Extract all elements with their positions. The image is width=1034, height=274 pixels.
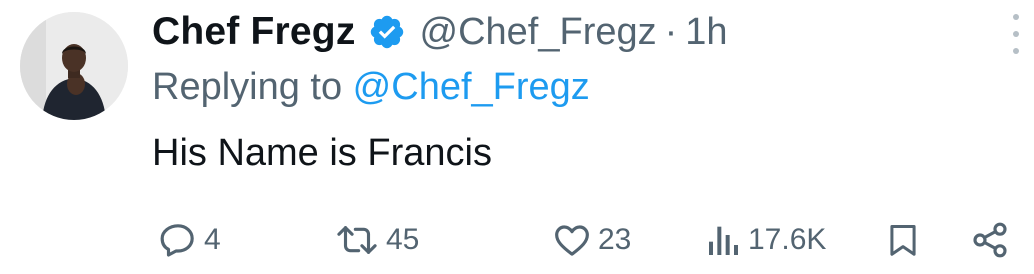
reply-count: 4 xyxy=(204,223,221,256)
action-bar: 4 45 23 17.6K xyxy=(0,212,1034,268)
more-options-icon[interactable] xyxy=(1010,14,1022,54)
views-chart-icon xyxy=(706,220,742,260)
repost-count: 45 xyxy=(386,223,420,256)
share-button[interactable] xyxy=(968,212,1012,268)
tweet-header: Chef Fregz @Chef_Fregz · 1h xyxy=(152,4,728,60)
replying-to-label: Replying to xyxy=(152,66,353,108)
more-dot xyxy=(1013,14,1019,20)
avatar-image xyxy=(20,12,128,120)
author-name[interactable]: Chef Fregz xyxy=(152,10,356,54)
replying-to: Replying to @Chef_Fregz xyxy=(152,66,590,109)
verified-badge-icon xyxy=(368,13,406,51)
reply-button[interactable]: 4 xyxy=(158,212,221,268)
more-dot xyxy=(1013,48,1019,54)
replying-to-mention[interactable]: @Chef_Fregz xyxy=(353,66,590,108)
tweet-text: His Name is Francis xyxy=(152,132,492,174)
share-icon xyxy=(968,220,1012,260)
repost-icon xyxy=(334,220,380,260)
views-button[interactable]: 17.6K xyxy=(706,212,826,268)
tweet: Chef Fregz @Chef_Fregz · 1h Replying to … xyxy=(0,0,1034,274)
like-button[interactable]: 23 xyxy=(552,212,631,268)
views-count: 17.6K xyxy=(748,223,827,256)
reply-icon xyxy=(158,220,198,260)
avatar[interactable] xyxy=(20,12,128,120)
heart-icon xyxy=(552,220,592,260)
more-dot xyxy=(1013,31,1019,37)
bookmark-icon xyxy=(884,220,922,260)
like-count: 23 xyxy=(598,223,632,256)
author-handle[interactable]: @Chef_Fregz xyxy=(420,11,657,54)
separator-dot: · xyxy=(664,10,678,53)
repost-button[interactable]: 45 xyxy=(334,212,419,268)
timestamp[interactable]: 1h xyxy=(685,11,727,54)
bookmark-button[interactable] xyxy=(884,212,922,268)
